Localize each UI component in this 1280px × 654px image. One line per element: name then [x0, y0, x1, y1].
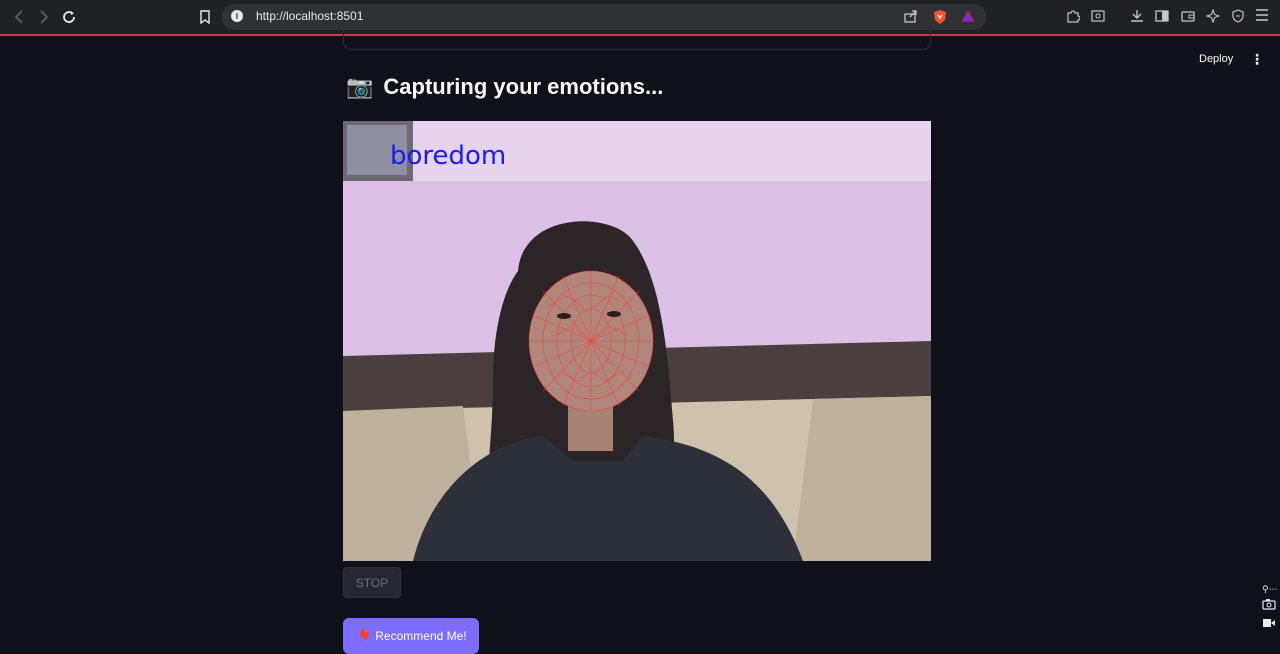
- site-info-icon[interactable]: i: [231, 10, 243, 22]
- brave-shield-icon[interactable]: [932, 9, 948, 25]
- record-icon[interactable]: [1262, 618, 1280, 631]
- bookmark-icon[interactable]: [196, 8, 214, 26]
- page-title-text: Capturing your emotions...: [383, 74, 664, 99]
- leo-ai-icon[interactable]: [1205, 8, 1221, 25]
- screenshot-icon[interactable]: [1262, 598, 1280, 618]
- stop-button[interactable]: STOP: [343, 567, 401, 598]
- download-icon[interactable]: [1129, 9, 1145, 25]
- previous-section-card: [343, 20, 931, 50]
- chevron-right-icon[interactable]: [35, 8, 53, 26]
- page-title: 📷 Capturing your emotions...: [346, 74, 663, 100]
- more-options-icon[interactable]: ⋮: [1250, 51, 1264, 68]
- recommend-button[interactable]: 🎈 Recommend Me!: [343, 618, 479, 654]
- vpn-icon[interactable]: [1230, 9, 1246, 25]
- webcam-video: boredom: [343, 121, 931, 561]
- brave-rewards-icon[interactable]: [960, 9, 976, 25]
- floating-toolbar: ⚲⋯: [1262, 584, 1280, 631]
- reader-icon[interactable]: [1090, 9, 1106, 25]
- extensions-icon[interactable]: [1065, 9, 1081, 25]
- deploy-button[interactable]: Deploy: [1199, 53, 1233, 65]
- menu-icon[interactable]: [1254, 9, 1270, 25]
- sidebar-icon[interactable]: [1154, 9, 1170, 25]
- link-icon[interactable]: ⚲⋯: [1262, 584, 1280, 598]
- chevron-left-icon[interactable]: [10, 8, 28, 26]
- emotion-label: boredom: [390, 141, 507, 171]
- camera-icon: 📷: [346, 74, 374, 99]
- reload-icon[interactable]: [60, 8, 78, 26]
- wallet-icon[interactable]: [1180, 9, 1196, 25]
